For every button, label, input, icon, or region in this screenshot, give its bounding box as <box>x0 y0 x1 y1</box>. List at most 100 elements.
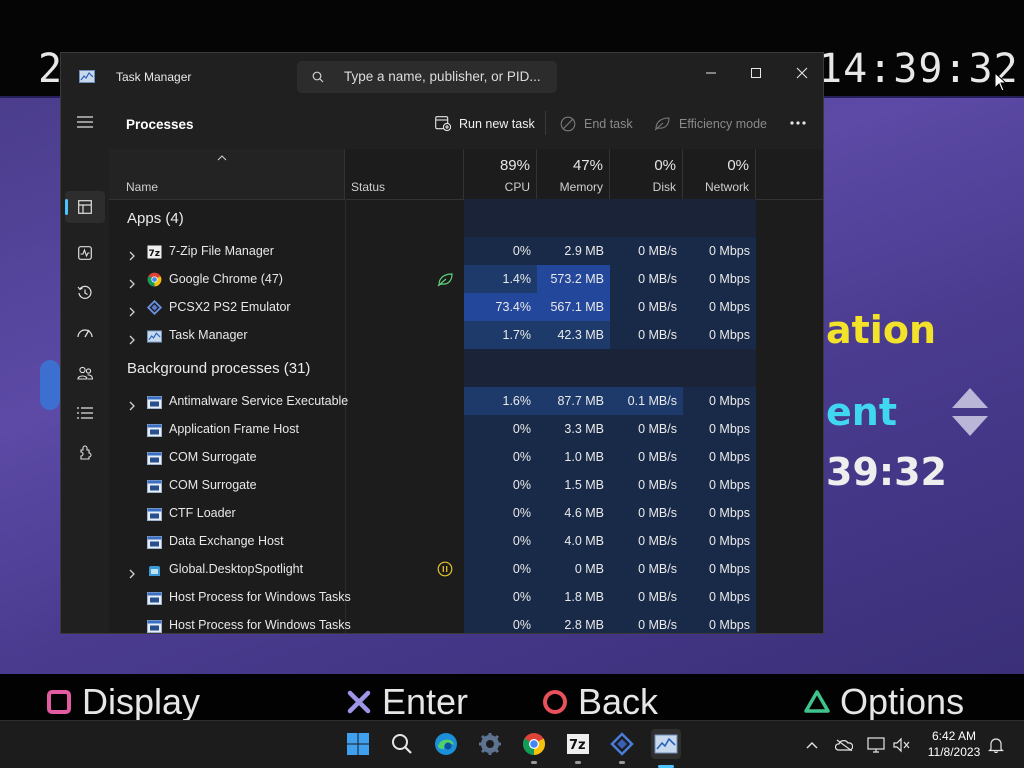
notification-button[interactable] <box>986 735 1006 755</box>
taskbar-taskmanager[interactable] <box>651 729 681 759</box>
clock-date: 11/8/2023 <box>927 745 981 759</box>
ps-button-options: Options <box>804 681 964 722</box>
more-options-button[interactable] <box>790 121 806 125</box>
column-header-memory[interactable]: 47% Memory <box>537 149 610 199</box>
sidebar-item-performance[interactable] <box>71 239 99 267</box>
cross-icon <box>347 690 371 714</box>
chevron-right-icon[interactable] <box>127 396 137 411</box>
process-name: PCSX2 PS2 Emulator <box>169 300 291 314</box>
startup-apps-icon <box>77 329 93 338</box>
column-name-label: Name <box>126 180 159 194</box>
chevron-right-icon[interactable] <box>127 274 137 289</box>
network-cell: 0 Mbps <box>683 265 756 293</box>
table-row[interactable]: COM Surrogate 0% 1.0 MB 0 MB/s 0 Mbps <box>109 443 823 471</box>
cpu-value: 0% <box>512 506 531 520</box>
chevron-right-icon[interactable] <box>127 330 137 345</box>
run-new-task-button[interactable]: Run new task <box>435 116 535 131</box>
column-header-name[interactable]: Name <box>109 149 345 199</box>
title-bar[interactable]: Task Manager Type a name, publisher, or … <box>61 53 823 99</box>
memory-cell: 1.0 MB <box>537 443 610 471</box>
taskbar-pcsx2[interactable] <box>607 729 637 759</box>
column-header-network[interactable]: 0% Network <box>683 149 756 199</box>
taskbar-edge[interactable] <box>431 729 461 759</box>
table-row[interactable]: CTF Loader 0% 4.6 MB 0 MB/s 0 Mbps <box>109 499 823 527</box>
hamburger-icon <box>77 116 93 128</box>
sidebar-item-details[interactable] <box>71 399 99 427</box>
sidebar-item-processes[interactable] <box>71 193 99 221</box>
disk-value: 0 MB/s <box>638 562 677 576</box>
table-row[interactable]: Antimalware Service Executable 1.6% 87.7 M… <box>109 387 823 415</box>
memory-value: 87.7 MB <box>557 394 604 408</box>
tray-onedrive[interactable] <box>834 735 854 755</box>
tray-overflow-button[interactable] <box>802 735 822 755</box>
end-task-button[interactable]: End task <box>560 116 633 132</box>
start-button[interactable] <box>343 729 373 759</box>
table-row[interactable]: 7z 7-Zip File Manager 0% 2.9 MB 0 MB/s 0 Mbps <box>109 237 823 265</box>
chevron-right-icon[interactable] <box>127 246 137 261</box>
chrome-icon <box>147 272 162 287</box>
network-value: 0 Mbps <box>709 300 750 314</box>
network-cell: 0 Mbps <box>683 471 756 499</box>
taskbar-settings[interactable] <box>475 729 505 759</box>
hamburger-button[interactable] <box>71 108 99 136</box>
chevron-right-icon[interactable] <box>127 564 137 579</box>
taskbar-7zip[interactable]: 7z <box>563 729 593 759</box>
network-value: 0 Mbps <box>709 562 750 576</box>
ps-label-back: Back <box>578 681 659 722</box>
network-value: 0 Mbps <box>709 478 750 492</box>
taskbar-chrome[interactable] <box>519 729 549 759</box>
table-row[interactable]: PCSX2 PS2 Emulator 73.4% 567.1 MB 0 MB/s 0 M… <box>109 293 823 321</box>
network-icon <box>867 737 885 753</box>
table-row[interactable]: Application Frame Host 0% 3.3 MB 0 MB/s 0 Mb… <box>109 415 823 443</box>
cpu-cell: 0% <box>464 527 537 555</box>
sidebar-item-app-history[interactable] <box>71 279 99 307</box>
close-button[interactable] <box>779 59 823 87</box>
table-row[interactable]: COM Surrogate 0% 1.5 MB 0 MB/s 0 Mbps <box>109 471 823 499</box>
search-icon <box>392 734 412 754</box>
pcsx2-icon <box>146 299 163 316</box>
tray-volume[interactable] <box>892 735 912 755</box>
disk-value: 0.1 MB/s <box>627 394 677 408</box>
disk-cell: 0 MB/s <box>610 555 683 583</box>
7zip-icon: 7z <box>147 244 162 259</box>
search-input[interactable]: Type a name, publisher, or PID... <box>297 61 557 93</box>
window-app-icon <box>147 422 162 437</box>
network-value: 0 Mbps <box>709 506 750 520</box>
sidebar-item-services[interactable] <box>71 439 99 467</box>
ps-label-display: Display <box>82 681 201 722</box>
network-value: 0 Mbps <box>709 328 750 342</box>
column-header-status[interactable]: Status <box>345 149 464 199</box>
column-header-disk[interactable]: 0% Disk <box>610 149 683 199</box>
group-header-background: Background processes (31) <box>127 360 311 377</box>
maximize-button[interactable] <box>733 59 779 87</box>
task-manager-window[interactable]: Task Manager Type a name, publisher, or … <box>60 52 824 634</box>
minimize-button[interactable] <box>688 59 734 87</box>
network-value: 0 Mbps <box>709 422 750 436</box>
sidebar <box>61 99 109 633</box>
users-icon <box>77 366 93 380</box>
chevron-up-icon <box>806 742 818 749</box>
table-row[interactable]: Host Process for Windows Tasks 0% 1.8 MB 0 … <box>109 583 823 611</box>
table-row[interactable]: Host Process for Windows Tasks 0% 2.8 MB 0 … <box>109 611 823 633</box>
window-app-icon <box>147 478 162 493</box>
sidebar-item-startup-apps[interactable] <box>71 319 99 347</box>
table-row[interactable]: Global.DesktopSpotlight 0% 0 MB 0 MB/s 0 Mbp… <box>109 555 823 583</box>
chevron-right-icon[interactable] <box>127 302 137 317</box>
memory-value: 1.5 MB <box>564 478 604 492</box>
efficiency-mode-button[interactable]: Efficiency mode <box>654 116 767 131</box>
sidebar-item-users[interactable] <box>71 359 99 387</box>
disk-cell: 0 MB/s <box>610 471 683 499</box>
ps-label-enter: Enter <box>382 681 469 722</box>
table-row[interactable]: Google Chrome (47) 1.4% 573.2 MB 0 MB/s 0 Mb… <box>109 265 823 293</box>
table-row[interactable]: Task Manager 1.7% 42.3 MB 0 MB/s 0 Mbps <box>109 321 823 349</box>
table-row[interactable]: Data Exchange Host 0% 4.0 MB 0 MB/s 0 Mbps <box>109 527 823 555</box>
notification-bell-icon <box>988 738 1004 753</box>
cpu-cell: 1.4% <box>464 265 537 293</box>
memory-value: 4.0 MB <box>564 534 604 548</box>
taskbar-clock[interactable]: 6:42 AM 11/8/2023 <box>918 728 990 760</box>
column-header-cpu[interactable]: 89% CPU <box>464 149 537 199</box>
tray-network[interactable] <box>866 735 886 755</box>
network-cell: 0 Mbps <box>683 583 756 611</box>
taskbar-search-button[interactable] <box>387 729 417 759</box>
disk-cell: 0 MB/s <box>610 583 683 611</box>
